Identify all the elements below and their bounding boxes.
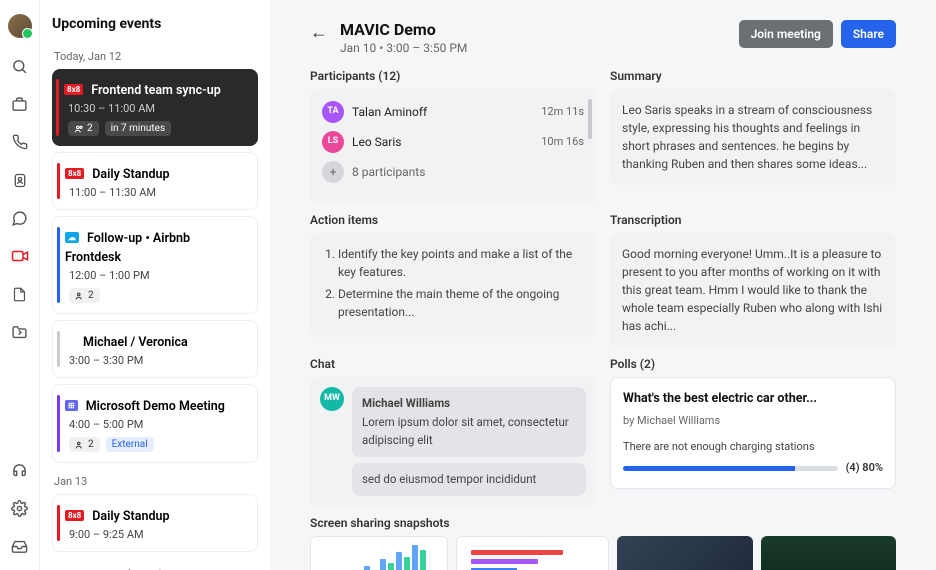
action-items-label: Action items [310, 213, 596, 227]
event-card[interactable]: 8x8Daily Standup 9:00 – 9:25 AM [52, 494, 258, 552]
snapshot-thumbnail[interactable] [761, 536, 897, 570]
provider-badge: 8x8 [65, 168, 84, 179]
share-button[interactable]: Share [841, 20, 896, 48]
events-sidebar: Upcoming events Today, Jan 12 8x8Fronten… [40, 0, 270, 570]
event-card[interactable]: ☁Follow-up • Airbnb Frontdesk 12:00 – 1:… [52, 216, 258, 314]
sidebar-title: Upcoming events [52, 16, 258, 32]
chat-card: MW Michael Williams Lorem ipsum dolor si… [310, 377, 596, 506]
snapshot-thumbnail[interactable] [617, 536, 753, 570]
meeting-detail: ← MAVIC Demo Jan 10 • 3:00 – 3:50 PM Joi… [270, 0, 936, 570]
transcription-card: Good morning everyone! Umm..It is a plea… [610, 233, 896, 347]
participant-avatar: TA [322, 101, 344, 123]
more-participants[interactable]: + 8 participants [322, 161, 584, 183]
chat-avatar: MW [320, 387, 344, 411]
event-card[interactable]: 8x8Frontend team sync-up 10:30 – 11:00 A… [52, 69, 258, 146]
plus-icon: + [322, 161, 344, 183]
participants-chip: 2 [68, 121, 99, 136]
action-items-card: Identify the key points and make a list … [310, 233, 596, 337]
external-chip: External [106, 437, 154, 452]
meeting-title: MAVIC Demo [340, 20, 467, 39]
provider-badge: 8x8 [64, 84, 83, 95]
participant-row[interactable]: LS Leo Saris 10m 16s [322, 131, 584, 153]
provider-badge: ☁ [65, 232, 79, 243]
inbox-icon[interactable] [10, 536, 30, 556]
back-button[interactable]: ← [310, 22, 328, 43]
contacts-icon[interactable] [10, 170, 30, 190]
polls-label: Polls (2) [610, 357, 896, 371]
event-card[interactable]: 8x8Daily Standup 11:00 – 11:30 AM [52, 152, 258, 210]
user-avatar[interactable] [8, 14, 32, 38]
snapshot-thumbnail[interactable] [310, 536, 448, 570]
event-card[interactable]: Michael / Veronica 3:00 – 3:30 PM [52, 320, 258, 378]
headset-icon[interactable] [10, 460, 30, 480]
participants-chip: 2 [69, 437, 100, 452]
document-icon[interactable] [10, 284, 30, 304]
snapshot-thumbnail[interactable] [456, 536, 610, 570]
action-item: Determine the main theme of the ongoing … [338, 285, 584, 321]
settings-icon[interactable] [10, 498, 30, 518]
provider-badge: 8x8 [65, 510, 84, 521]
provider-badge: ⊞ [65, 400, 78, 411]
nav-rail [0, 0, 40, 570]
summary-card: Leo Saris speaks in a stream of consciou… [610, 89, 896, 185]
join-meeting-button[interactable]: Join meeting [739, 20, 833, 48]
chat-label: Chat [310, 357, 596, 371]
chat-icon[interactable] [10, 208, 30, 228]
search-icon[interactable] [10, 56, 30, 76]
participant-row[interactable]: TA Talan Aminoff 12m 11s [322, 101, 584, 123]
summary-label: Summary [610, 69, 896, 83]
participants-chip: 2 [69, 288, 100, 303]
snapshots-label: Screen sharing snapshots [310, 516, 896, 530]
snapshots-row [310, 536, 896, 570]
countdown-chip: in 7 minutes [105, 121, 172, 136]
date-today: Today, Jan 12 [54, 50, 258, 63]
phone-icon[interactable] [10, 132, 30, 152]
event-card[interactable]: ⊞Microsoft Demo Meeting 4:00 – 5:00 PM 2… [52, 384, 258, 463]
video-icon[interactable] [10, 246, 30, 266]
action-item: Identify the key points and make a list … [338, 245, 584, 281]
participants-label: Participants (12) [310, 69, 596, 83]
meeting-subtitle: Jan 10 • 3:00 – 3:50 PM [340, 41, 467, 55]
date-next: Jan 13 [54, 475, 258, 488]
participant-avatar: LS [322, 131, 344, 153]
participants-card: TA Talan Aminoff 12m 11s LS Leo Saris 10… [310, 89, 596, 203]
polls-card[interactable]: What's the best electric car other... by… [610, 377, 896, 489]
briefcase-icon[interactable] [10, 94, 30, 114]
folder-icon[interactable] [10, 322, 30, 342]
transcription-label: Transcription [610, 213, 896, 227]
